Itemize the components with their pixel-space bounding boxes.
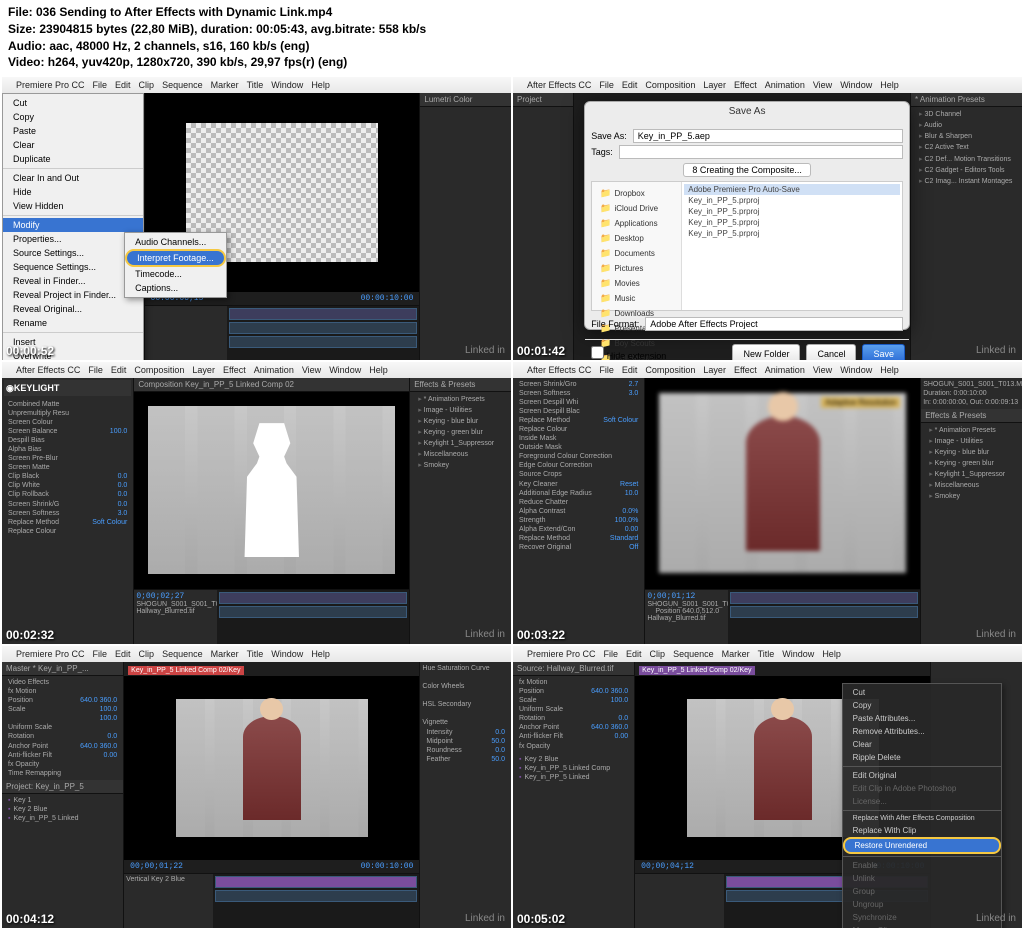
thumbnail-1: Premiere Pro CCFileEditClipSequenceMarke… [2, 77, 511, 359]
file-info: File: 036 Sending to After Effects with … [8, 4, 1016, 21]
context-menu[interactable]: Cut Copy Paste Clear Duplicate Clear In … [2, 93, 144, 359]
timestamp: 00:00:52 [6, 344, 54, 358]
menubar: After Effects CCFileEditCompositionLayer… [513, 77, 1022, 93]
effect-controls[interactable]: Combined Matte Unpremultiply Resu Screen… [2, 398, 133, 538]
effect-controls[interactable]: Video Effects fx Motion Position640.0 36… [2, 676, 123, 780]
cancel-button[interactable]: Cancel [806, 344, 856, 359]
save-dialog[interactable]: Save As Save As: Tags: 8 Creating the Co… [584, 101, 910, 330]
tags-input[interactable] [619, 145, 903, 159]
thumbnail-4: After Effects CCFileEditCompositionLayer… [513, 362, 1022, 644]
thumbnail-5: Premiere Pro CCFileEditClipSequenceMarke… [2, 646, 511, 928]
finder-sidebar[interactable]: Dropbox iCloud Drive Applications Deskto… [592, 182, 682, 310]
thumbnail-6: Premiere Pro CCFileEditClipSequenceMarke… [513, 646, 1022, 928]
file-list[interactable]: Adobe Premiere Pro Auto-Save Key_in_PP_5… [682, 182, 902, 310]
video-info: Video: h264, yuv420p, 1280x720, 390 kb/s… [8, 54, 1016, 71]
keyed-silhouette [210, 423, 334, 557]
interpret-footage-item[interactable]: Interpret Footage... [125, 249, 226, 267]
thumbnail-3: After Effects CCFileEditCompositionLayer… [2, 362, 511, 644]
restore-unrendered-item[interactable]: Restore Unrendered [843, 837, 1001, 854]
save-button[interactable]: Save [862, 344, 905, 359]
keyed-person [746, 416, 820, 551]
clip-context-menu[interactable]: Cut Copy Paste Attributes... Remove Attr… [842, 683, 1002, 928]
keylight-logo: ◉KEYLIGHT [6, 383, 59, 393]
effect-controls[interactable]: Screen Shrink/Gro2.7 Screen Softness3.0 … [513, 378, 644, 555]
linkedin-logo: Linked in [465, 345, 505, 356]
modify-submenu[interactable]: Audio Channels... Interpret Footage... T… [124, 232, 227, 298]
menubar: Premiere Pro CCFileEditClipSequenceMarke… [2, 77, 511, 93]
filename-input[interactable] [633, 129, 903, 143]
size-info: Size: 23904815 bytes (22,80 MiB), durati… [8, 21, 1016, 38]
new-folder-button[interactable]: New Folder [732, 344, 800, 359]
audio-info: Audio: aac, 48000 Hz, 2 channels, s16, 1… [8, 38, 1016, 55]
thumbnail-2: After Effects CCFileEditCompositionLayer… [513, 77, 1022, 359]
